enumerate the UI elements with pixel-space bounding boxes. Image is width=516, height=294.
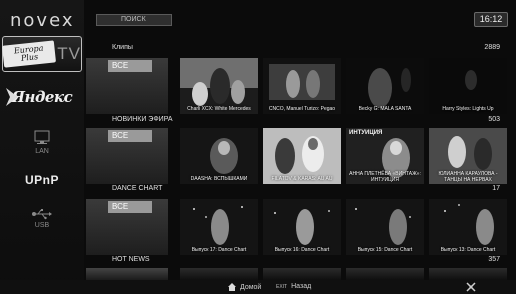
video-thumbnail[interactable]: Becky G: MALA SANTA <box>346 58 424 114</box>
thumbnail-caption: Выпуск 13: Dance Chart <box>440 247 496 253</box>
sidebar-item-label: TV <box>57 44 81 63</box>
novex-logo: novex <box>10 10 75 31</box>
all-tile[interactable]: ВСЕ <box>86 128 168 184</box>
video-thumbnail[interactable] <box>180 268 258 280</box>
tools-icon <box>466 282 476 292</box>
home-hint[interactable]: Домой <box>228 283 261 291</box>
selection-arrow-icon <box>6 88 18 106</box>
thumbnail-caption: Charli XCX: White Mercedes <box>187 106 251 112</box>
video-thumbnail[interactable]: Выпуск 16: Dance Chart <box>263 199 341 255</box>
sidebar-item-lan[interactable]: LAN <box>0 124 84 160</box>
category-count: 17 <box>492 185 500 192</box>
monitor-icon <box>34 130 50 144</box>
thumbnail-caption: Harry Styles: Lights Up <box>442 106 494 112</box>
thumbnail-caption: Выпуск 17: Dance Chart <box>191 247 247 253</box>
all-label: ВСЕ <box>108 60 152 72</box>
all-label: ВСЕ <box>108 130 152 142</box>
video-thumbnail[interactable]: ИНТУИЦИЯ АННА ПЛЕТНЁВА «ВИНТАЖ»: ИНТУИЦИ… <box>346 128 424 184</box>
video-thumbnail[interactable]: Выпуск 17: Dance Chart <box>180 199 258 255</box>
sidebar-item-label: USB <box>34 222 50 229</box>
sidebar-item-label: UPnP <box>24 173 59 187</box>
thumbnail-caption: Becky G: MALA SANTA <box>358 106 412 112</box>
category-title: НОВИНКИ ЭФИРА <box>112 116 173 123</box>
search-label: ПОИСК <box>121 16 146 23</box>
clock: 16:12 <box>474 12 508 27</box>
sidebar-item-label: LAN <box>35 147 49 155</box>
category-title: HOT NEWS <box>112 256 150 263</box>
sidebar: novex Europa Plus TV Яндекс LAN UPnP USB <box>0 0 84 294</box>
europa-plus-logo: Europa Plus <box>1 40 57 68</box>
video-thumbnail[interactable]: ЮЛИАННА КАРАУЛОВА - ТАНЦЫ НА НЕРВАХ <box>429 128 507 184</box>
category-count: 357 <box>488 256 500 263</box>
category-title: DANCE CHART <box>112 185 163 192</box>
bottom-hint-bar: Домой EXIT Назад <box>0 280 516 294</box>
home-icon <box>228 283 236 291</box>
exit-key-icon: EXIT <box>276 283 288 290</box>
home-label: Домой <box>240 283 262 291</box>
thumbnail-caption: Выпуск 15: Dance Chart <box>357 247 413 253</box>
video-thumbnail[interactable]: Harry Styles: Lights Up <box>429 58 507 114</box>
video-thumbnail[interactable]: Выпуск 13: Dance Chart <box>429 199 507 255</box>
sidebar-item-upnp[interactable]: UPnP <box>0 168 84 192</box>
sidebar-item-usb[interactable]: USB <box>0 202 84 234</box>
category-title: Клипы <box>112 44 133 51</box>
sidebar-item-europa-plus-tv[interactable]: Europa Plus TV <box>1 36 82 72</box>
back-label: Назад <box>291 283 312 290</box>
video-thumbnail[interactable]: FILATOV & KARAS: AU AU <box>263 128 341 184</box>
thumbnail-caption: АННА ПЛЕТНЁВА «ВИНТАЖ»: ИНТУИЦИЯ <box>349 171 421 183</box>
all-tile[interactable] <box>86 268 168 280</box>
video-thumbnail[interactable]: DAASHA: ВСПЫШКАМИ <box>180 128 258 184</box>
thumbnail-caption: CNCO, Manuel Turizo: Pegao <box>268 106 336 112</box>
video-thumbnail[interactable]: CNCO, Manuel Turizo: Pegao <box>263 58 341 114</box>
video-thumbnail[interactable]: Выпуск 15: Dance Chart <box>346 199 424 255</box>
video-thumbnail[interactable] <box>263 268 341 280</box>
category-count: 503 <box>488 116 500 123</box>
thumbnail-caption: FILATOV & KARAS: AU AU <box>271 176 333 182</box>
all-tile[interactable]: ВСЕ <box>86 199 168 255</box>
thumbnail-caption: DAASHA: ВСПЫШКАМИ <box>190 176 248 182</box>
video-thumbnail[interactable] <box>429 268 507 280</box>
tools-button[interactable] <box>466 282 476 294</box>
all-tile[interactable]: ВСЕ <box>86 58 168 114</box>
category-count: 2889 <box>484 44 500 51</box>
all-label: ВСЕ <box>108 201 152 213</box>
thumbnail-caption: Выпуск 16: Dance Chart <box>274 247 330 253</box>
video-thumbnail[interactable] <box>346 268 424 280</box>
usb-icon <box>32 209 52 220</box>
search-button[interactable]: ПОИСК <box>96 14 172 26</box>
sidebar-item-yandex[interactable]: Яндекс <box>0 84 84 110</box>
thumbnail-overlay-text: ИНТУИЦИЯ <box>349 130 383 136</box>
video-thumbnail[interactable]: Charli XCX: White Mercedes <box>180 58 258 114</box>
back-hint[interactable]: EXIT Назад <box>276 283 311 290</box>
thumbnail-caption: ЮЛИАННА КАРАУЛОВА - ТАНЦЫ НА НЕРВАХ <box>438 171 498 183</box>
